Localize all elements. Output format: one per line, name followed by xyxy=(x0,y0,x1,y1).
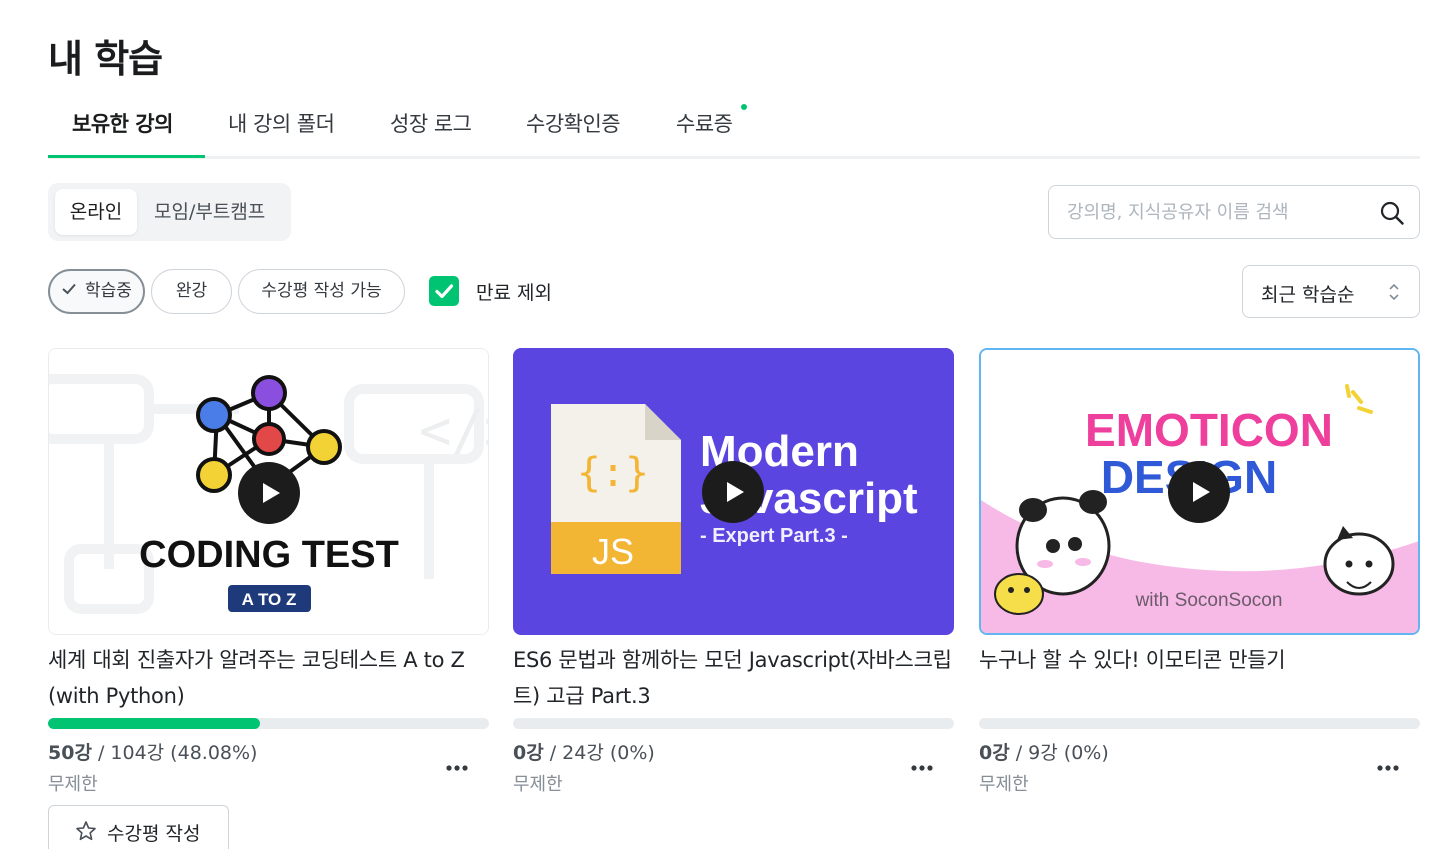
active-tab-underline xyxy=(48,155,205,158)
access-period: 무제한 xyxy=(48,774,98,795)
tab-owned-courses[interactable]: 보유한 강의 xyxy=(72,108,173,138)
progress-text: 0강 / 24강 (0%) xyxy=(513,738,655,765)
progress-text: 50강 / 104강 (48.08%) xyxy=(48,738,257,765)
progress-fill xyxy=(48,718,261,729)
check-icon xyxy=(62,283,76,295)
exclude-expired-checkbox[interactable] xyxy=(429,276,459,306)
segment-online[interactable]: 온라인 xyxy=(55,189,137,235)
course-thumbnail[interactable]: </> CODING TEST A TO Z xyxy=(48,348,489,635)
thumb-text-main: CODING TEST xyxy=(139,534,399,576)
progress-total: / 9강 (0%) xyxy=(1009,742,1109,764)
course-thumbnail[interactable]: {:} JS Modern Javascript - Expert Part.3… xyxy=(513,348,954,635)
play-icon[interactable] xyxy=(238,462,300,524)
tab-enrollment-certificate[interactable]: 수강확인증 xyxy=(526,108,621,138)
sort-chevrons-icon xyxy=(1389,283,1399,301)
course-title[interactable]: 세계 대회 진출자가 알려주는 코딩테스트 A to Z (with Pytho… xyxy=(48,642,489,714)
thumb-text-sub: - Expert Part.3 - xyxy=(700,525,848,547)
progress-text: 0강 / 9강 (0%) xyxy=(979,738,1109,765)
thumb-brace: {:} xyxy=(577,450,649,496)
progress-total: / 24강 (0%) xyxy=(543,742,655,764)
page-title: 내 학습 xyxy=(48,37,163,81)
thumb-file-label: JS xyxy=(592,531,634,572)
more-options-icon[interactable] xyxy=(1374,754,1402,782)
search-input[interactable] xyxy=(1067,198,1367,226)
progress-total: / 104강 (48.08%) xyxy=(91,742,258,764)
chip-label: 학습중 xyxy=(85,281,132,301)
new-indicator-dot xyxy=(741,104,747,110)
filter-chip-completed[interactable]: 완강 xyxy=(151,269,232,314)
exclude-expired-label[interactable]: 만료 제외 xyxy=(476,278,552,305)
search-box xyxy=(1048,185,1420,239)
progress-bar xyxy=(48,718,489,729)
sort-select[interactable]: 최근 학습순 xyxy=(1242,265,1420,318)
segment-bootcamp[interactable]: 모임/부트캠프 xyxy=(154,189,265,235)
thumb-text-main: EMOTICON xyxy=(1085,404,1333,456)
sort-selected-label: 최근 학습순 xyxy=(1261,284,1355,306)
thumb-text-sub: with SoconSocon xyxy=(1135,590,1283,611)
course-type-segment: 온라인 모임/부트캠프 xyxy=(48,183,291,241)
star-icon xyxy=(76,821,96,841)
svg-text:</>: </> xyxy=(419,399,489,462)
thumb-text-sub: A TO Z xyxy=(242,590,297,609)
tab-completion-certificate[interactable]: 수료증 xyxy=(676,108,733,138)
access-period: 무제한 xyxy=(513,774,563,795)
search-icon[interactable] xyxy=(1379,200,1405,226)
more-options-icon[interactable] xyxy=(908,754,936,782)
progress-done: 0강 xyxy=(979,742,1010,764)
filter-chip-in-progress[interactable]: 학습중 xyxy=(48,269,145,314)
progress-bar xyxy=(979,718,1420,729)
course-title[interactable]: 누구나 할 수 있다! 이모티콘 만들기 xyxy=(979,642,1420,678)
course-title[interactable]: ES6 문법과 함께하는 모던 Javascript(자바스크립트) 고급 Pa… xyxy=(513,642,954,714)
access-period: 무제한 xyxy=(979,774,1029,795)
play-icon[interactable] xyxy=(702,461,764,523)
more-options-icon[interactable] xyxy=(443,754,471,782)
filter-chip-review-available[interactable]: 수강평 작성 가능 xyxy=(238,269,405,314)
write-review-button[interactable]: 수강평 작성 xyxy=(48,805,229,849)
write-review-label: 수강평 작성 xyxy=(107,823,201,845)
play-icon[interactable] xyxy=(1168,461,1230,523)
tab-bar: 보유한 강의 내 강의 폴더 성장 로그 수강확인증 수료증 xyxy=(48,100,1420,159)
tab-course-folders[interactable]: 내 강의 폴더 xyxy=(228,108,335,138)
progress-bar xyxy=(513,718,954,729)
tab-growth-log[interactable]: 성장 로그 xyxy=(390,108,472,138)
course-thumbnail[interactable]: EMOTICON DESIGN with SoconSocon xyxy=(979,348,1420,635)
progress-done: 0강 xyxy=(513,742,544,764)
progress-done: 50강 xyxy=(48,742,92,764)
checkmark-icon xyxy=(435,284,454,299)
